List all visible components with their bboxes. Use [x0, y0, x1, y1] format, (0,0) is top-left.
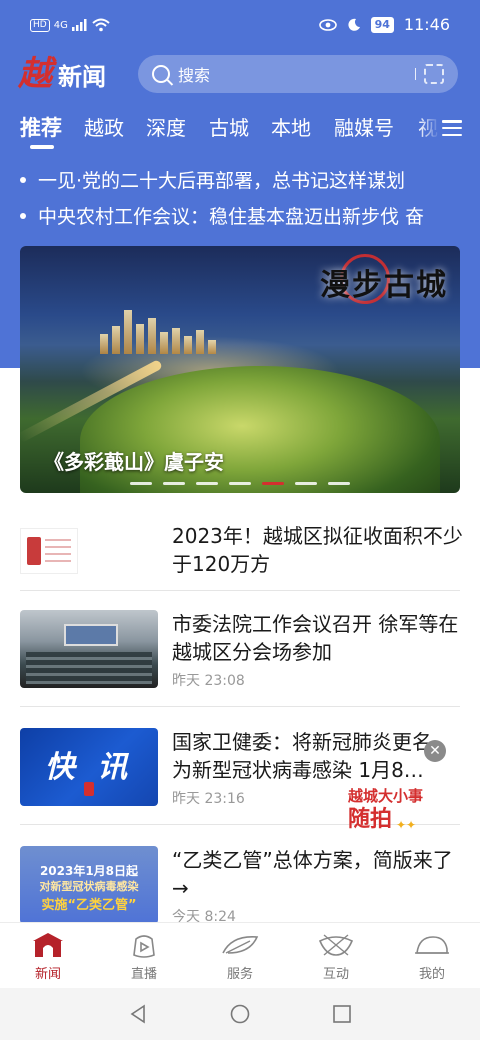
carousel-dot[interactable] — [196, 482, 218, 485]
news-timestamp: 昨天 23:08 — [172, 673, 245, 689]
leaf-service-icon — [222, 936, 259, 954]
menu-icon[interactable] — [442, 120, 462, 136]
app-header: 越 新闻 搜索 — [0, 52, 480, 98]
thumbnail-flash-text: 快 讯 — [44, 750, 134, 785]
news-thumbnail[interactable]: 快 讯 — [20, 728, 158, 806]
city-skyline — [100, 306, 230, 354]
bottom-navigation: 新闻 直播 服务 互动 我的 — [0, 922, 480, 988]
news-thumbnail[interactable] — [20, 610, 158, 688]
carousel-dot[interactable] — [130, 482, 152, 485]
tabs-fade — [418, 112, 440, 144]
signal-icon — [71, 19, 87, 31]
tab-yuezheng[interactable]: 越政 — [84, 112, 124, 141]
news-timestamp: 昨天 23:16 — [172, 791, 245, 807]
carousel-indicator — [20, 482, 460, 485]
thumbnail-line: 对新型冠状病毒感染 — [39, 880, 139, 893]
floating-snapshot-widget[interactable]: 越城大小事 随拍 ✦✦ — [348, 786, 448, 842]
eye-icon — [318, 18, 337, 31]
carousel-dot[interactable] — [328, 482, 350, 485]
news-title[interactable]: “乙类乙管”总体方案，简版来了→ — [172, 846, 464, 902]
headline-ticker-item[interactable]: 一见·党的二十大后再部署，总书记这样谋划 — [20, 166, 462, 193]
network-type: 4G — [53, 19, 68, 31]
profile-hat-icon — [415, 936, 449, 954]
news-title[interactable]: 市委法院工作会议召开 徐军等在越城区分会场参加 — [172, 610, 464, 666]
carousel-dot[interactable] — [295, 482, 317, 485]
nav-label: 我的 — [418, 967, 445, 982]
back-icon[interactable] — [128, 1004, 148, 1024]
headline-text: 中央农村工作会议：稳住基本盘迈出新步伐 奋 — [38, 206, 425, 228]
sparkle-icon: ✦✦ — [396, 818, 417, 832]
search-placeholder: 搜索 — [178, 66, 211, 85]
bullet-icon — [20, 212, 26, 219]
headline-ticker-item[interactable]: 中央农村工作会议：稳住基本盘迈出新步伐 奋 — [20, 202, 462, 229]
thumbnail-line: 实施“乙类乙管” — [41, 898, 137, 913]
widget-title: 越城大小事 — [348, 787, 424, 805]
search-bar[interactable]: 搜索 — [138, 55, 458, 93]
carousel-dot[interactable] — [229, 482, 251, 485]
close-icon[interactable]: ✕ — [424, 740, 446, 762]
headline-text: 一见·党的二十大后再部署，总书记这样谋划 — [38, 170, 406, 192]
divider — [20, 590, 460, 591]
banner-brand: 漫步古城 — [320, 268, 448, 303]
news-thumbnail[interactable] — [20, 528, 78, 574]
system-navigation-bar — [0, 988, 480, 1040]
hd-badge: HD — [30, 18, 50, 32]
featured-banner[interactable]: 漫步古城 《多彩蕺山》虞子安 — [20, 246, 460, 493]
home-gate-icon — [33, 933, 63, 957]
thumbnail-line: 2023年1月8日起 — [39, 864, 139, 878]
tab-recommend[interactable]: 推荐 — [20, 112, 62, 142]
nav-label: 互动 — [322, 967, 349, 982]
nav-profile[interactable]: 我的 — [392, 931, 472, 982]
logo-stamp — [84, 782, 94, 796]
banner-caption: 《多彩蕺山》虞子安 — [44, 450, 224, 474]
news-title[interactable]: 2023年！越城区拟征收面积不少于120万方 — [172, 522, 464, 578]
carousel-dot[interactable] — [163, 482, 185, 485]
scan-icon[interactable] — [424, 64, 444, 84]
logo-mark: 越 — [18, 54, 52, 94]
wifi-icon — [92, 18, 110, 32]
app-name: 新闻 — [58, 61, 106, 91]
news-thumbnail[interactable]: 2023年1月8日起 对新型冠状病毒感染 实施“乙类乙管” — [20, 846, 158, 924]
tab-depth[interactable]: 深度 — [146, 112, 186, 141]
status-bar: HD 4G 94 11:46 — [0, 0, 480, 52]
nav-live[interactable]: 直播 — [104, 931, 184, 982]
live-icon — [133, 935, 155, 958]
clock: 11:46 — [403, 15, 450, 34]
moon-icon — [348, 18, 360, 31]
nav-label: 直播 — [130, 967, 157, 982]
search-icon — [152, 65, 170, 83]
carousel-dot-active[interactable] — [262, 482, 284, 485]
tab-media[interactable]: 融媒号 — [334, 112, 394, 141]
nav-label: 服务 — [226, 967, 253, 982]
app-logo: 越 新闻 — [18, 54, 106, 94]
nav-news[interactable]: 新闻 — [8, 931, 88, 982]
active-tab-indicator — [30, 145, 54, 149]
recents-icon[interactable] — [332, 1004, 352, 1024]
bullet-icon — [20, 176, 26, 183]
nav-interact[interactable]: 互动 — [296, 931, 376, 982]
battery-level: 94 — [370, 16, 394, 33]
nav-label: 新闻 — [34, 967, 61, 982]
category-tabs: 推荐 越政 深度 古城 本地 融媒号 视 — [0, 112, 480, 152]
tab-ancient-city[interactable]: 古城 — [209, 112, 249, 141]
interact-icon — [318, 934, 354, 956]
nav-service[interactable]: 服务 — [200, 931, 280, 982]
search-divider — [414, 68, 416, 80]
home-circle-icon[interactable] — [230, 1004, 250, 1024]
news-title[interactable]: 国家卫健委：将新冠肺炎更名为新型冠状病毒感染 1月8… — [172, 728, 450, 784]
tab-local[interactable]: 本地 — [271, 112, 311, 141]
divider — [20, 706, 460, 707]
